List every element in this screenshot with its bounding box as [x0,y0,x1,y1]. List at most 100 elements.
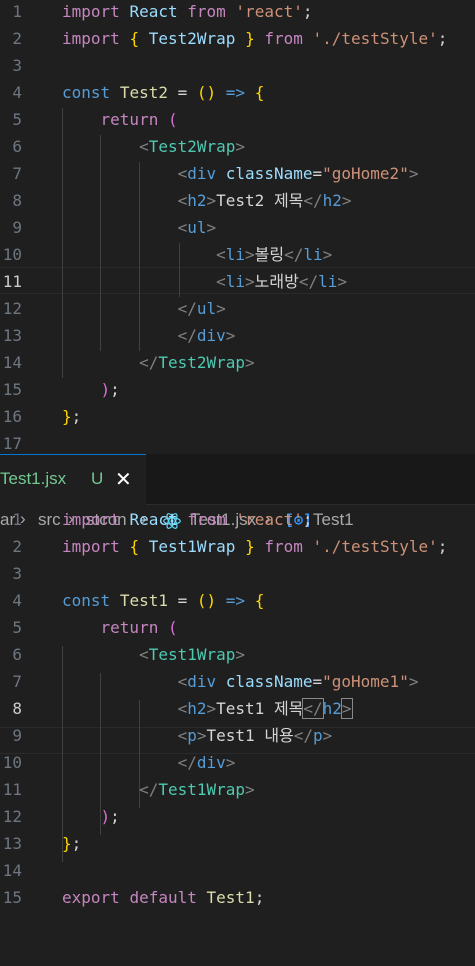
code-token: > [245,353,255,372]
code-token: 볼링 [254,245,285,264]
line-number: 6 [12,645,22,664]
close-icon[interactable]: ✕ [115,467,132,491]
code-token: > [245,245,255,264]
code-token: Test1 [206,888,255,907]
code-line[interactable]: 12 </ul> [0,295,475,322]
code-token: li [303,245,323,264]
code-line[interactable]: 2 import { Test2Wrap } from './testStyle'… [0,25,475,52]
code-token: > [225,753,236,772]
editor-pane-test2[interactable]: 1 import React from 'react'; 2 import { Tes… [0,0,475,454]
code-token: < [216,245,226,264]
code-token: ) [100,380,111,399]
code-text: </Test1Wrap> [62,776,255,803]
code-line[interactable]: 14 </Test2Wrap> [0,349,475,376]
code-line[interactable]: 8 <h2>Test1 제목</h2> [0,695,475,722]
code-token: Test1 [119,591,168,610]
code-token: return [100,110,159,129]
code-text: </ul> [62,295,226,322]
code-line[interactable]: 9 <p>Test1 내용</p> [0,722,475,749]
line-number: 1 [12,510,22,529]
code-text: </div> [62,322,236,349]
code-token: import [62,29,120,48]
code-line[interactable]: 3 [0,52,475,79]
code-text: }; [62,830,81,857]
line-number: 8 [12,191,22,210]
code-token: () [196,591,217,610]
code-token: </ [298,272,319,291]
code-token: ) [100,807,111,826]
tab-bar: Test1.jsx U ✕ [0,454,475,505]
code-line[interactable]: 5 return ( [0,106,475,133]
code-line[interactable]: 8 <h2>Test2 제목</h2> [0,187,475,214]
code-line[interactable]: 7 <div className="goHome2"> [0,160,475,187]
code-line[interactable]: 1 import React from 'react'; [0,506,475,533]
code-line[interactable]: 7 <div className="goHome1"> [0,668,475,695]
code-token: </ [177,299,197,318]
code-line[interactable]: 14 [0,857,475,884]
code-line[interactable]: 10 </div> [0,749,475,776]
code-line[interactable]: 15 ); [0,376,475,403]
code-line[interactable]: 5 return ( [0,614,475,641]
code-token: default [129,888,197,907]
code-token: { [129,537,140,556]
line-number: 3 [12,56,22,75]
code-line[interactable]: 13}; [0,830,475,857]
code-line[interactable]: 12 ); [0,803,475,830]
code-line[interactable]: 11 </Test1Wrap> [0,776,475,803]
code-token: > [245,780,255,799]
code-token: () [196,83,217,102]
code-line[interactable]: 4 const Test2 = () => { [0,79,475,106]
code-line[interactable]: 1 import React from 'react'; [0,0,475,25]
code-line[interactable]: 15 export default Test1; [0,884,475,911]
line-number: 2 [12,29,22,48]
code-token: from [264,29,303,48]
code-line[interactable]: 3 [0,560,475,587]
tab-test1-jsx[interactable]: Test1.jsx U ✕ [0,454,146,505]
code-token: < [177,164,188,183]
code-text: <ul> [62,214,217,241]
code-token: ; [437,29,448,48]
code-token: import [62,537,120,556]
line-number: 13 [2,326,22,345]
code-line[interactable]: 9 <ul> [0,214,475,241]
code-token: > [340,698,353,719]
code-line[interactable]: 2 import { Test1Wrap } from './testStyle'… [0,533,475,560]
code-line[interactable]: 6 <Test1Wrap> [0,641,475,668]
code-token: "goHome2" [322,164,409,183]
code-token: p [313,726,323,745]
code-token: </ [284,245,304,264]
line-number: 4 [12,591,22,610]
code-line[interactable]: 6 <Test2Wrap> [0,133,475,160]
code-text: import { Test1Wrap } from './testStyle'; [62,533,447,560]
code-line[interactable]: 10 <li>볼링</li> [0,241,475,268]
code-token: < [216,272,226,291]
editor-pane-test1[interactable]: 1 import React from 'react'; 2 import { Tes… [0,510,475,966]
code-token: import [62,2,120,21]
code-token: = [167,591,197,610]
code-line[interactable]: 4 const Test1 = () => { [0,587,475,614]
code-line[interactable]: 16}; [0,403,475,430]
code-line[interactable]: 13 </div> [0,322,475,349]
code-token: div [187,672,217,691]
line-number: 9 [12,218,22,237]
code-token: Test1 내용 [206,726,294,745]
line-number: 4 [12,83,22,102]
code-line[interactable]: 11 <li>노래방</li> [0,268,475,295]
code-token: </ [177,326,197,345]
code-line[interactable]: 17 [0,430,475,457]
line-number: 17 [2,434,22,453]
